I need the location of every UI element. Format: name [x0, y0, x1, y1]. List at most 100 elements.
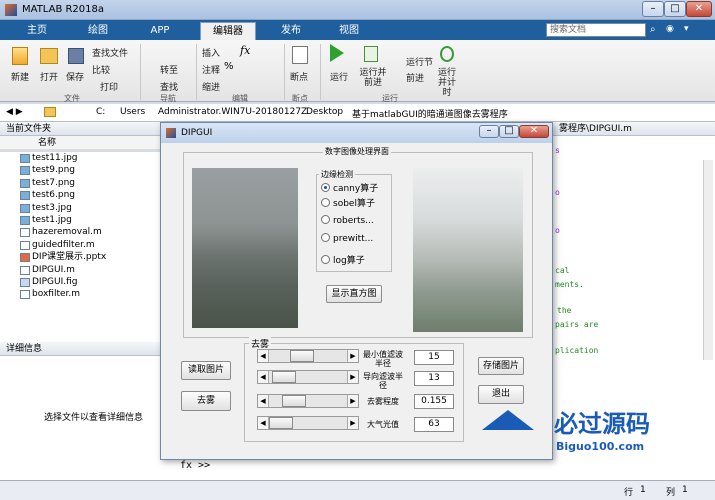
list-item[interactable]: test6.png [0, 189, 160, 201]
slider-left-arrow[interactable]: ◀ [258, 371, 269, 383]
dehaze-degree-slider[interactable]: ◀ ▶ [257, 394, 359, 408]
slider-left-arrow[interactable]: ◀ [258, 417, 269, 429]
show-histogram-button[interactable]: 显示直方图 [326, 285, 382, 303]
save-image-button[interactable]: 存储图片 [478, 357, 524, 375]
new-button[interactable]: 新建 [11, 70, 29, 83]
compare-button[interactable]: 比较 [92, 63, 110, 76]
list-item[interactable]: guidedfilter.m [0, 239, 160, 251]
slider-thumb[interactable] [290, 350, 314, 362]
slider-thumb[interactable] [272, 371, 296, 383]
radio-roberts[interactable]: roberts... [321, 215, 374, 226]
guided-filter-slider[interactable]: ◀ ▶ [257, 370, 359, 384]
divider [196, 44, 197, 100]
dehaze-degree-value[interactable]: 0.155 [414, 394, 454, 409]
find-button[interactable]: 查找 [160, 80, 178, 93]
slider-right-arrow[interactable]: ▶ [347, 350, 358, 362]
list-item[interactable]: DIPGUI.m [0, 264, 160, 276]
save-icon[interactable] [68, 48, 84, 64]
radio-canny[interactable]: canny算子 [321, 181, 378, 194]
editor-scrollbar[interactable] [703, 160, 713, 360]
advance-button[interactable]: 前进 [406, 71, 424, 84]
radio-label: canny算子 [333, 184, 379, 194]
tab-home[interactable]: 主页 [14, 22, 60, 40]
tab-view[interactable]: 视图 [324, 22, 374, 40]
run-advance-icon[interactable] [364, 46, 378, 62]
atmospheric-light-slider[interactable]: ◀ ▶ [257, 416, 359, 430]
editor-pane[interactable]: s o o cal ments. the pairs are plication [553, 136, 715, 368]
dialog-maximize-button[interactable]: □ [499, 125, 519, 138]
list-item[interactable]: test11.jpg [0, 152, 160, 164]
find-files-button[interactable]: 查找文件 [92, 46, 128, 59]
run-advance-button[interactable]: 运行并前进 [358, 68, 388, 88]
breadcrumb-3[interactable]: Desktop [306, 107, 343, 117]
name-column-header[interactable]: 名称 [0, 136, 160, 150]
list-item[interactable]: boxfilter.m [0, 288, 160, 300]
exit-button[interactable]: 退出 [478, 385, 524, 404]
breakpoints-icon[interactable] [292, 46, 308, 64]
file-name: test1.jpg [32, 214, 72, 225]
close-button[interactable]: ✕ [686, 1, 712, 17]
run-time-button[interactable]: 运行并计时 [434, 68, 460, 98]
radio-log[interactable]: log算子 [321, 253, 365, 266]
radio-prewitt[interactable]: prewitt... [321, 233, 373, 244]
slider-thumb[interactable] [282, 395, 306, 407]
read-image-button[interactable]: 读取图片 [181, 361, 231, 380]
breadcrumb-1[interactable]: Users [120, 107, 145, 117]
tab-publish[interactable]: 发布 [266, 22, 316, 40]
tab-editor[interactable]: 编辑器 [200, 22, 256, 40]
run-time-icon[interactable] [440, 46, 454, 62]
matlab-logo-icon [5, 4, 17, 16]
slider-thumb[interactable] [269, 417, 293, 429]
insert-button[interactable]: 插入 [202, 46, 220, 59]
slider-right-arrow[interactable]: ▶ [347, 371, 358, 383]
min-filter-slider[interactable]: ◀ ▶ [257, 349, 359, 363]
percent-icon[interactable]: % [224, 61, 234, 72]
list-item[interactable]: test9.png [0, 164, 160, 176]
min-filter-value[interactable]: 15 [414, 350, 454, 365]
breadcrumb-4[interactable]: 基于matlabGUI的暗通道图像去雾程序 [352, 107, 508, 120]
run-button[interactable]: 运行 [330, 70, 348, 83]
tab-plots[interactable]: 绘图 [72, 22, 124, 40]
fx-icon[interactable]: fx [240, 44, 250, 57]
slider-left-arrow[interactable]: ◀ [258, 395, 269, 407]
list-item[interactable]: test1.jpg [0, 214, 160, 226]
save-button[interactable]: 保存 [66, 70, 84, 83]
address-bar[interactable]: ◀ ▶ C: Users Administrator.WIN7U-2018012… [0, 104, 715, 122]
breadcrumb-0[interactable]: C: [96, 107, 105, 117]
list-item[interactable]: DIP课堂展示.pptx [0, 251, 160, 263]
new-icon[interactable] [12, 47, 28, 65]
slider-left-arrow[interactable]: ◀ [258, 350, 269, 362]
back-icon[interactable]: ◀ ▶ [6, 107, 23, 117]
signin-icon[interactable]: ▾ [684, 24, 689, 34]
tab-apps[interactable]: APP [134, 22, 186, 40]
run-icon[interactable] [330, 44, 344, 62]
slider-right-arrow[interactable]: ▶ [347, 395, 358, 407]
print-button[interactable]: 打印 [100, 80, 118, 93]
guided-filter-value[interactable]: 13 [414, 371, 454, 386]
open-button[interactable]: 打开 [40, 70, 58, 83]
list-item[interactable]: test3.jpg [0, 202, 160, 214]
slider-right-arrow[interactable]: ▶ [347, 417, 358, 429]
maximize-button[interactable]: □ [664, 1, 686, 17]
dialog-close-button[interactable]: ✕ [519, 125, 549, 138]
search-icon[interactable]: ⌕ [650, 24, 656, 35]
open-icon[interactable] [40, 48, 58, 64]
community-icon[interactable]: ◉ [666, 24, 674, 34]
search-input[interactable]: 搜索文档 [546, 23, 646, 37]
run-section-button[interactable]: 运行节 [406, 55, 433, 68]
dehaze-button[interactable]: 去雾 [181, 391, 231, 411]
min-filter-label: 最小值滤波半径 [363, 350, 403, 368]
atmospheric-light-value[interactable]: 63 [414, 417, 454, 432]
breadcrumb-2[interactable]: Administrator.WIN7U-20180127Z [158, 107, 307, 117]
comment-button[interactable]: 注释 [202, 63, 220, 76]
list-item[interactable]: test7.png [0, 177, 160, 189]
minimize-button[interactable]: – [642, 1, 664, 17]
breakpoints-button[interactable]: 断点 [290, 70, 308, 83]
goto-button[interactable]: 转至 [160, 63, 178, 76]
indent-button[interactable]: 缩进 [202, 80, 220, 93]
radio-sobel[interactable]: sobel算子 [321, 196, 375, 209]
dialog-minimize-button[interactable]: – [479, 125, 499, 138]
list-item[interactable]: hazeremoval.m [0, 226, 160, 238]
list-item[interactable]: DIPGUI.fig [0, 276, 160, 288]
command-prompt[interactable]: fx >> [180, 460, 210, 471]
